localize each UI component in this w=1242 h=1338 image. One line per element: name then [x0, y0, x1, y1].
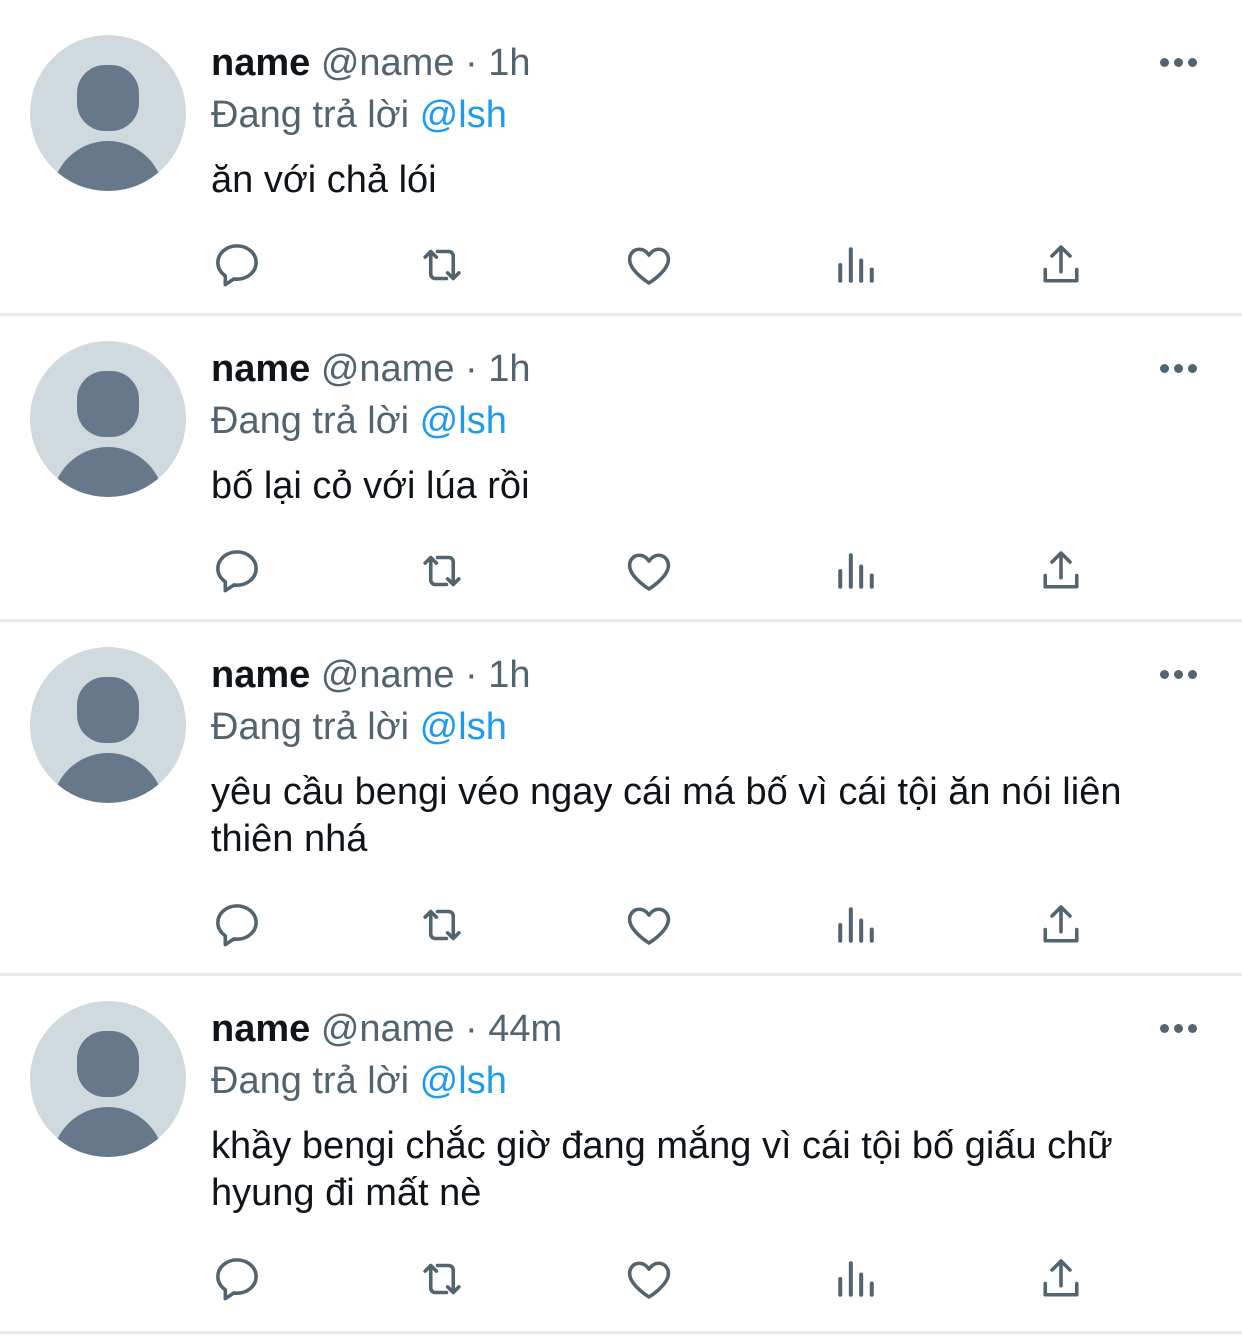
more-icon[interactable] — [1158, 58, 1200, 70]
more-icon[interactable] — [1158, 670, 1200, 682]
more-icon[interactable] — [1158, 1024, 1200, 1036]
reply-icon[interactable] — [210, 238, 264, 292]
separator-dot: · — [465, 1008, 478, 1050]
tweet[interactable]: name @name · 1h Đang trả lời @lsh ăn với… — [0, 0, 1242, 316]
like-icon[interactable] — [622, 238, 676, 292]
replying-to-mention[interactable]: @lsh — [420, 706, 507, 748]
views-icon[interactable] — [829, 1252, 883, 1306]
user-handle[interactable]: @name — [321, 654, 455, 696]
tweet-header: name @name · 1h — [211, 347, 531, 391]
share-icon[interactable] — [1034, 238, 1088, 292]
separator-dot: · — [465, 348, 478, 390]
tweet-header: name @name · 44m — [211, 1007, 562, 1051]
like-icon[interactable] — [622, 1252, 676, 1306]
like-icon[interactable] — [622, 898, 676, 952]
like-icon[interactable] — [622, 544, 676, 598]
avatar[interactable] — [30, 35, 186, 191]
avatar-body-shape — [52, 141, 164, 191]
reply-icon[interactable] — [210, 544, 264, 598]
tweet-header: name @name · 1h — [211, 653, 531, 697]
tweet-header: name @name · 1h — [211, 41, 531, 85]
tweet-actions — [0, 544, 1242, 598]
tweet-actions — [0, 898, 1242, 952]
tweet-actions — [0, 238, 1242, 292]
tweet-text: ăn với chả lói — [211, 159, 437, 201]
replying-to-mention[interactable]: @lsh — [420, 400, 507, 442]
avatar[interactable] — [30, 647, 186, 803]
avatar[interactable] — [30, 341, 186, 497]
views-icon[interactable] — [829, 238, 883, 292]
avatar[interactable] — [30, 1001, 186, 1157]
user-handle[interactable]: @name — [321, 42, 455, 84]
retweet-icon[interactable] — [415, 898, 469, 952]
timestamp[interactable]: 1h — [488, 42, 530, 84]
tweet-text: yêu cầu bengi véo ngay cái má bố vì cái … — [211, 771, 1122, 860]
display-name[interactable]: name — [211, 1008, 310, 1050]
user-handle[interactable]: @name — [321, 1008, 455, 1050]
avatar-body-shape — [52, 753, 164, 803]
retweet-icon[interactable] — [415, 238, 469, 292]
reply-icon[interactable] — [210, 898, 264, 952]
avatar-head-shape — [77, 371, 139, 437]
avatar-body-shape — [52, 1107, 164, 1157]
separator-dot: · — [465, 654, 478, 696]
display-name[interactable]: name — [211, 42, 310, 84]
replying-to-label: Đang trả lời — [211, 706, 410, 748]
share-icon[interactable] — [1034, 1252, 1088, 1306]
more-icon[interactable] — [1158, 364, 1200, 376]
reply-icon[interactable] — [210, 1252, 264, 1306]
tweet-actions — [0, 1252, 1242, 1306]
tweet[interactable]: name @name · 1h Đang trả lời @lsh bố lại… — [0, 316, 1242, 622]
timestamp[interactable]: 1h — [488, 348, 530, 390]
replying-to-label: Đang trả lời — [211, 400, 410, 442]
display-name[interactable]: name — [211, 348, 310, 390]
replying-to: Đang trả lời @lsh — [211, 399, 507, 443]
timestamp[interactable]: 1h — [488, 654, 530, 696]
tweet[interactable]: name @name · 44m Đang trả lời @lsh khầy … — [0, 976, 1242, 1334]
retweet-icon[interactable] — [415, 1252, 469, 1306]
replying-to: Đang trả lời @lsh — [211, 705, 507, 749]
avatar-body-shape — [52, 447, 164, 497]
tweet-text: bố lại cỏ với lúa rồi — [211, 465, 530, 507]
separator-dot: · — [465, 42, 478, 84]
replying-to: Đang trả lời @lsh — [211, 1059, 507, 1103]
share-icon[interactable] — [1034, 544, 1088, 598]
tweet-text: khầy bengi chắc giờ đang mắng vì cái tội… — [211, 1125, 1113, 1214]
user-handle[interactable]: @name — [321, 348, 455, 390]
views-icon[interactable] — [829, 898, 883, 952]
display-name[interactable]: name — [211, 654, 310, 696]
replying-to-label: Đang trả lời — [211, 1060, 410, 1102]
views-icon[interactable] — [829, 544, 883, 598]
replying-to-label: Đang trả lời — [211, 94, 410, 136]
replying-to: Đang trả lời @lsh — [211, 93, 507, 137]
avatar-head-shape — [77, 1031, 139, 1097]
tweet[interactable]: name @name · 1h Đang trả lời @lsh yêu cầ… — [0, 622, 1242, 976]
replying-to-mention[interactable]: @lsh — [420, 94, 507, 136]
avatar-head-shape — [77, 677, 139, 743]
retweet-icon[interactable] — [415, 544, 469, 598]
share-icon[interactable] — [1034, 898, 1088, 952]
avatar-head-shape — [77, 65, 139, 131]
timestamp[interactable]: 44m — [488, 1008, 562, 1050]
replying-to-mention[interactable]: @lsh — [420, 1060, 507, 1102]
